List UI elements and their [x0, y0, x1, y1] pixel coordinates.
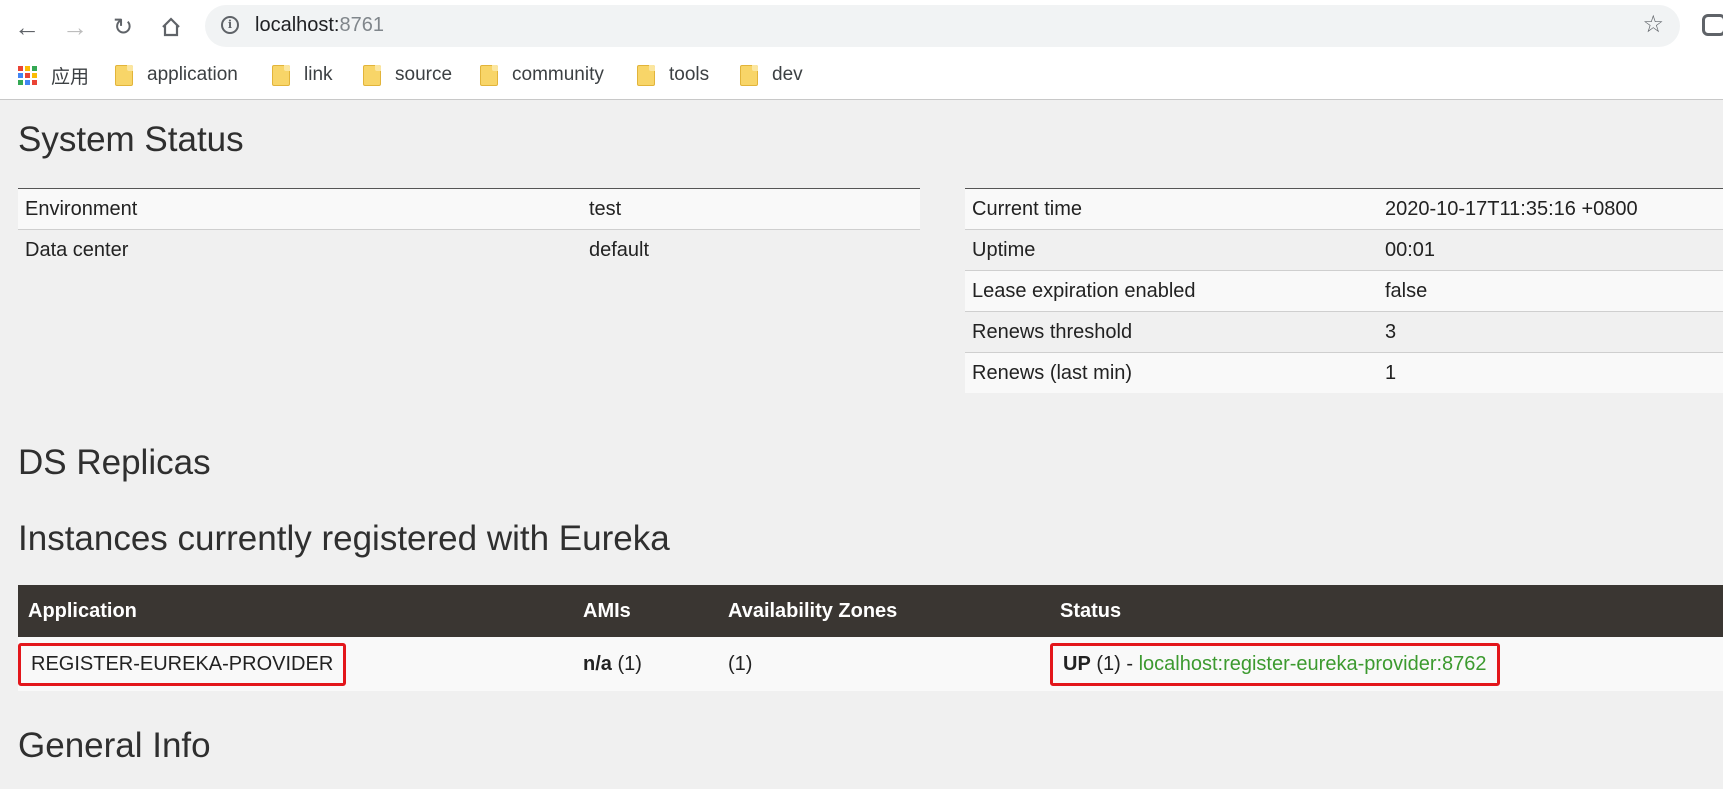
status-row: Renews (last min) 1 [965, 352, 1723, 393]
status-row: Current time 2020-10-17T11:35:16 +0800 [965, 188, 1723, 230]
folder-icon [115, 64, 133, 86]
bookmark-label: community [512, 64, 604, 85]
status-row: Lease expiration enabled false [965, 270, 1723, 312]
status-key: Data center [18, 229, 582, 270]
bookmark-folder[interactable]: link [272, 57, 333, 93]
bookmarks-bar: 应用 application link source community too… [0, 57, 1723, 93]
folder-icon [272, 64, 290, 86]
folder-icon [740, 64, 758, 86]
status-value: false [1378, 270, 1723, 312]
star-icon[interactable]: ☆ [1642, 10, 1664, 39]
bookmark-label: source [395, 64, 453, 85]
status-key: Renews (last min) [965, 352, 1378, 393]
bookmark-folder[interactable]: tools [637, 57, 709, 93]
status-row: Renews threshold 3 [965, 311, 1723, 353]
application-name: REGISTER-EUREKA-PROVIDER [18, 642, 347, 686]
bookmark-folder[interactable]: dev [740, 57, 803, 93]
url-text[interactable]: localhost:8761 [255, 14, 384, 37]
extension-icon[interactable] [1702, 14, 1723, 36]
status-key: Uptime [965, 229, 1378, 271]
table-header-row: Application AMIs Availability Zones Stat… [18, 585, 1723, 637]
column-header-amis: AMIs [573, 585, 718, 637]
amis-cell: n/a (1) [573, 637, 718, 691]
bookmark-folder[interactable]: source [363, 57, 452, 93]
status-key: Renews threshold [965, 311, 1378, 353]
system-status-left-table: Environment test Data center default [18, 188, 920, 270]
status-highlight: UP (1) - localhost:register-eureka-provi… [1050, 642, 1500, 686]
instances-title: Instances currently registered with Eure… [18, 519, 670, 558]
bookmark-folder[interactable]: community [480, 57, 604, 93]
status-value: 2020-10-17T11:35:16 +0800 [1378, 188, 1723, 230]
status-up: UP [1063, 652, 1091, 675]
bookmark-label: application [147, 64, 238, 85]
back-arrow-icon[interactable]: ← [10, 10, 44, 44]
status-cell: UP (1) - localhost:register-eureka-provi… [1050, 637, 1723, 691]
instances-table: Application AMIs Availability Zones Stat… [18, 585, 1723, 691]
status-count: (1) - [1090, 652, 1139, 675]
bookmark-folder[interactable]: application [115, 57, 238, 93]
status-row: Uptime 00:01 [965, 229, 1723, 271]
status-value: 1 [1378, 352, 1723, 393]
table-row: REGISTER-EUREKA-PROVIDER n/a (1) (1) UP … [18, 637, 1723, 691]
bookmark-apps[interactable]: 应用 [18, 57, 89, 93]
folder-icon [637, 64, 655, 86]
zones-cell: (1) [718, 637, 1050, 691]
home-icon[interactable] [154, 10, 188, 44]
forward-arrow-icon[interactable]: → [58, 10, 92, 44]
column-header-application: Application [18, 585, 573, 637]
bookmark-label: 应用 [51, 66, 90, 88]
folder-icon [363, 64, 381, 86]
apps-grid-icon [18, 65, 37, 85]
column-header-status: Status [1050, 585, 1723, 637]
reload-icon[interactable]: ↻ [106, 10, 140, 44]
system-status-right-table: Current time 2020-10-17T11:35:16 +0800 U… [965, 188, 1723, 393]
bookmark-label: tools [669, 64, 710, 85]
status-key: Current time [965, 188, 1378, 230]
status-value: 3 [1378, 311, 1723, 353]
browser-chrome: ← → ↻ i localhost:8761 ☆ 应用 application … [0, 0, 1723, 100]
status-value: 00:01 [1378, 229, 1723, 271]
info-icon[interactable]: i [221, 16, 239, 34]
status-value: default [582, 229, 920, 270]
address-bar[interactable]: i localhost:8761 ☆ [205, 5, 1680, 47]
bookmark-label: dev [772, 64, 803, 85]
system-status-title: System Status [18, 120, 244, 159]
status-value: test [582, 188, 920, 230]
status-row: Environment test [18, 188, 920, 230]
instance-link[interactable]: localhost:register-eureka-provider:8762 [1139, 653, 1487, 675]
status-key: Environment [18, 188, 582, 230]
amis-count: (1) [611, 652, 642, 675]
status-row: Data center default [18, 229, 920, 270]
bookmark-label: link [304, 64, 333, 85]
status-key: Lease expiration enabled [965, 270, 1378, 312]
ds-replicas-title: DS Replicas [18, 443, 211, 482]
amis-value: n/a [583, 652, 612, 675]
application-cell: REGISTER-EUREKA-PROVIDER [18, 637, 573, 691]
folder-icon [480, 64, 498, 86]
general-info-title: General Info [18, 726, 211, 765]
column-header-zones: Availability Zones [718, 585, 1050, 637]
